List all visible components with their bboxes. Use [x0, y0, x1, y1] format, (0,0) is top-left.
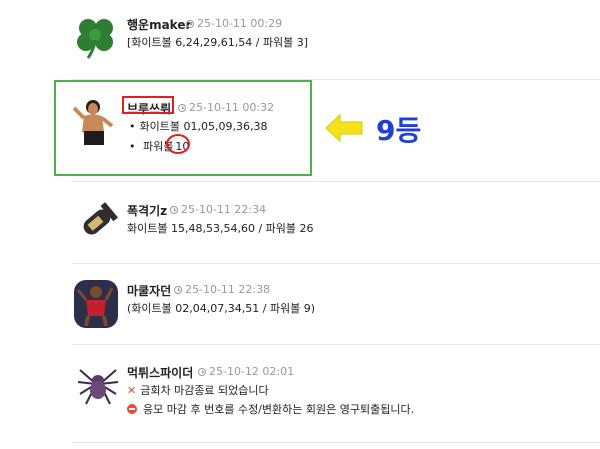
post-text: (화이트볼 02,04,07,34,51 / 파워볼 9) [127, 302, 316, 315]
white-ball-line: 화이트볼 01,05,09,36,38 [129, 118, 268, 134]
warning-text: 응모 마감 후 번호를 수정/변환하는 회원은 영구퇴출됩니다. [143, 403, 415, 416]
clock-icon [178, 103, 186, 112]
martial-artist-avatar [72, 98, 114, 146]
author-name[interactable]: 마쿨자던 [127, 282, 171, 299]
post-time: 25-10-11 22:34 [170, 203, 266, 216]
clover-icon [74, 14, 118, 60]
post-time: 25-10-12 02:01 [198, 365, 294, 378]
left-arrow-icon [324, 113, 364, 143]
timestamp: 25-10-12 02:01 [209, 365, 295, 378]
post-text: [화이트볼 6,24,29,61,54 / 파워볼 3] [127, 36, 309, 49]
name-highlight-rect [122, 96, 174, 114]
closed-notice: ✕ 금회차 마감종료 되었습니다 [127, 382, 269, 398]
clock-icon [186, 19, 194, 28]
timestamp: 25-10-11 00:29 [197, 17, 283, 30]
clock-icon [174, 285, 182, 294]
bomb-icon [72, 198, 122, 246]
spider-icon [76, 362, 120, 406]
author-name[interactable]: 폭격기z [127, 202, 167, 219]
warning-notice: 응모 마감 후 번호를 수정/변환하는 회원은 영구퇴출됩니다. [127, 401, 414, 417]
timestamp: 25-10-11 22:38 [185, 283, 271, 296]
no-entry-icon [127, 404, 137, 414]
divider [72, 263, 600, 264]
post-time: 25-10-11 00:32 [178, 101, 274, 114]
divider [72, 344, 600, 345]
post-time: 25-10-11 22:38 [174, 283, 270, 296]
timestamp: 25-10-11 00:32 [189, 101, 275, 114]
post-time: 25-10-11 00:29 [186, 17, 282, 30]
close-icon: ✕ [127, 384, 137, 397]
divider [72, 181, 600, 182]
author-name[interactable]: 행운maker [127, 16, 191, 33]
clock-icon [170, 205, 178, 214]
clock-icon [198, 367, 206, 376]
author-name[interactable]: 먹튀스파이더 [127, 364, 193, 381]
timestamp: 25-10-11 22:34 [181, 203, 267, 216]
divider [72, 442, 600, 443]
closed-text: 금회차 마감종료 되었습니다 [140, 384, 269, 397]
rank-label: 9등 [376, 114, 422, 147]
power-highlight-circle [166, 134, 190, 154]
basketball-player-avatar [74, 280, 118, 328]
post-text: 화이트볼 15,48,53,54,60 / 파워볼 26 [127, 222, 314, 235]
